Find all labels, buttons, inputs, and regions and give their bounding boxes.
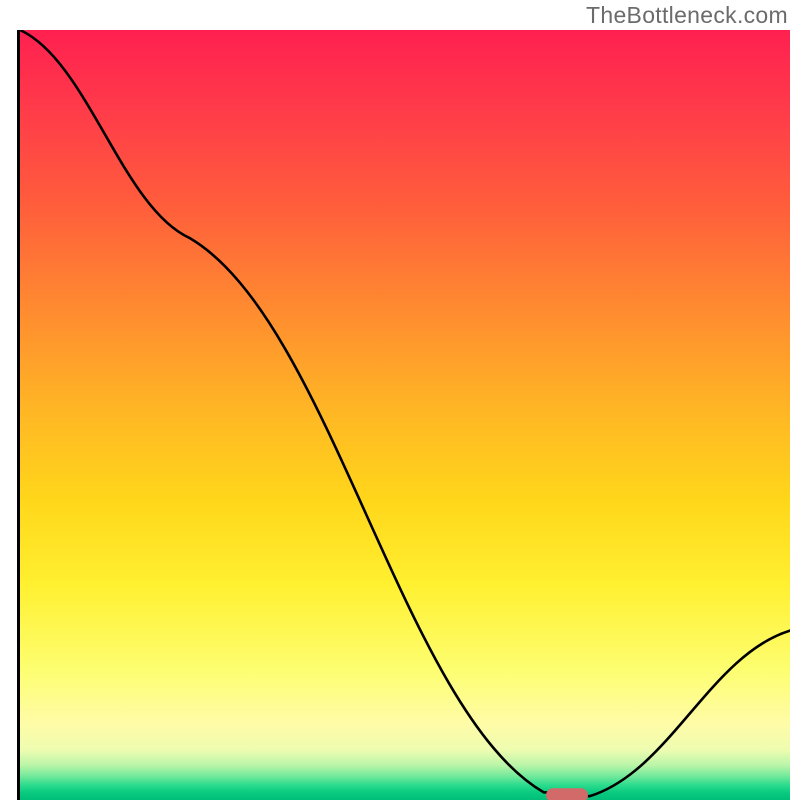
plot-area [17, 30, 790, 800]
bottleneck-curve [20, 30, 790, 796]
watermark: TheBottleneck.com [586, 2, 788, 29]
optimum-marker [546, 788, 588, 800]
curve-layer [20, 30, 790, 800]
chart-container: TheBottleneck.com [0, 0, 800, 800]
